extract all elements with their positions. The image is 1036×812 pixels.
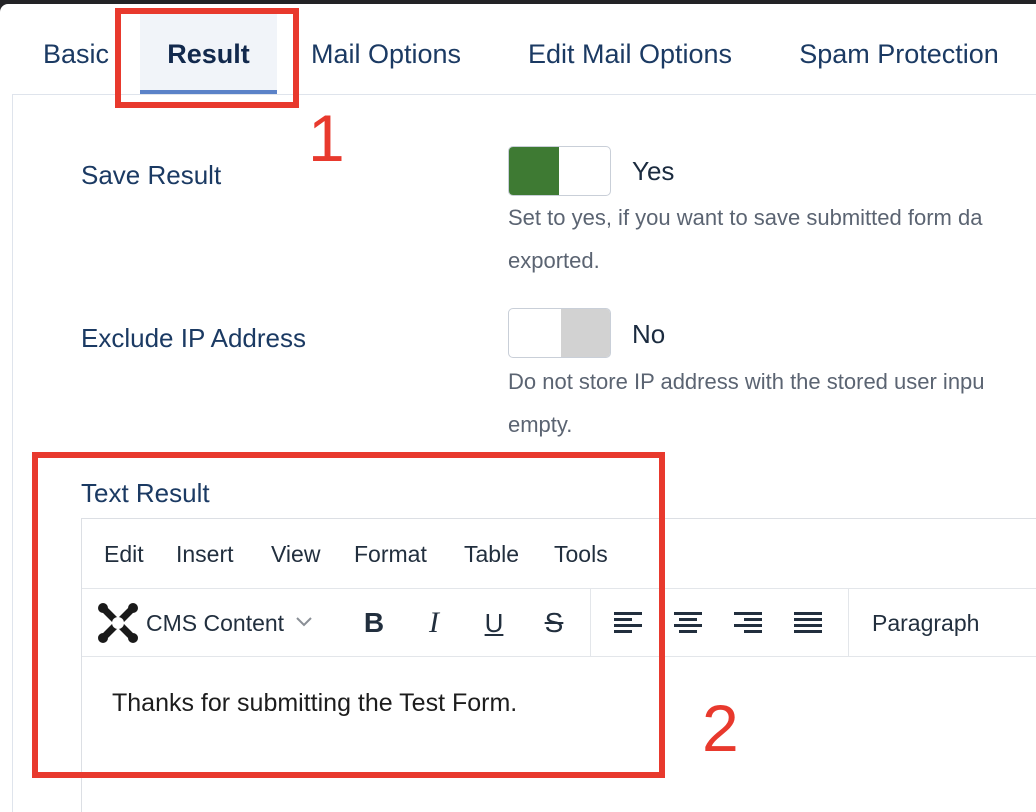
toggle-off-indicator	[561, 309, 610, 357]
form-settings-panel: Basic Result Mail Options Edit Mail Opti…	[0, 4, 1036, 812]
save-result-hint-cont: exported.	[508, 248, 600, 273]
align-right-icon	[734, 612, 762, 633]
toolbar-separator	[848, 589, 849, 657]
annotation-box-1	[115, 8, 299, 108]
tab-mail-options[interactable]: Mail Options	[292, 14, 480, 94]
align-right-button[interactable]	[728, 603, 768, 643]
annotation-number-1: 1	[308, 101, 345, 175]
exclude-ip-label: Exclude IP Address	[81, 323, 306, 353]
annotation-box-2	[32, 452, 665, 778]
align-center-icon	[674, 612, 702, 633]
save-result-value: Yes	[632, 156, 675, 186]
align-justify-button[interactable]	[788, 603, 828, 643]
tab-basic[interactable]: Basic	[28, 14, 124, 94]
save-result-toggle[interactable]	[508, 146, 611, 196]
toggle-on-indicator	[509, 147, 559, 195]
annotation-number-2: 2	[702, 691, 739, 765]
exclude-ip-value: No	[632, 319, 666, 349]
exclude-ip-hint: Do not store IP address with the stored …	[508, 369, 985, 394]
exclude-ip-hint-cont: empty.	[508, 412, 573, 437]
tab-spam-protection[interactable]: Spam Protection	[778, 14, 1020, 94]
block-format-dropdown[interactable]: Paragraph	[872, 603, 1032, 643]
save-result-label: Save Result	[81, 160, 222, 190]
align-center-button[interactable]	[668, 603, 708, 643]
block-format-label: Paragraph	[872, 609, 980, 636]
panel-border	[12, 94, 13, 812]
tab-edit-mail-options[interactable]: Edit Mail Options	[508, 14, 752, 94]
save-result-hint: Set to yes, if you want to save submitte…	[508, 205, 983, 230]
align-justify-icon	[794, 612, 822, 633]
exclude-ip-toggle[interactable]	[508, 308, 611, 358]
